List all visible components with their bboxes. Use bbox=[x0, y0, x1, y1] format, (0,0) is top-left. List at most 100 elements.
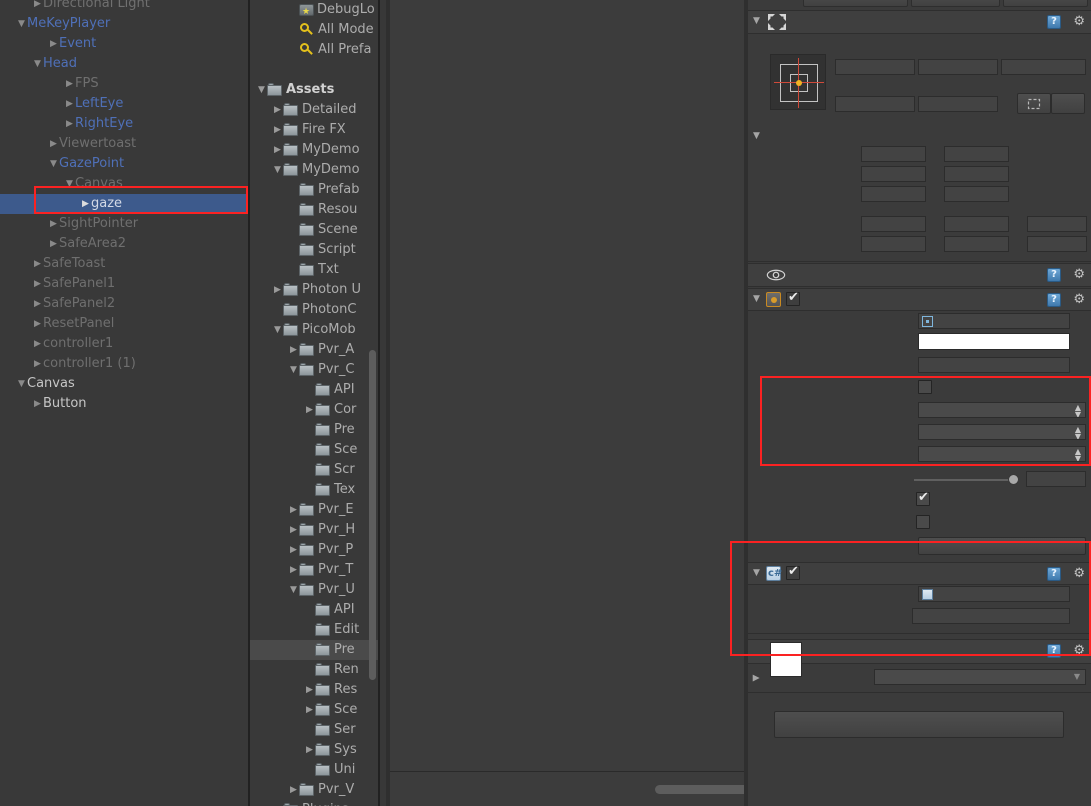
rotation-x-input[interactable] bbox=[861, 216, 926, 232]
hierarchy-item-lefteye[interactable]: ▶ LeftEye bbox=[0, 94, 248, 114]
rotation-y-input[interactable] bbox=[944, 216, 1009, 232]
project-scrollbar-thumb[interactable] bbox=[369, 350, 376, 680]
project-item-tex[interactable]: ▶ Tex bbox=[250, 480, 378, 500]
project-item-script[interactable]: ▶ Script bbox=[250, 240, 378, 260]
project-item-pvr-u[interactable]: ▼ Pvr_U bbox=[250, 580, 378, 600]
hierarchy-item-gaze[interactable]: ▶ gaze bbox=[0, 194, 248, 214]
shader-dropdown[interactable]: ▼ bbox=[874, 669, 1086, 685]
project-item-photon-u[interactable]: ▶ Photon U bbox=[250, 280, 378, 300]
project-item-uni[interactable]: ▶ Uni bbox=[250, 760, 378, 780]
fill-amount-input[interactable] bbox=[1026, 471, 1086, 487]
chevron-right-icon[interactable]: ▶ bbox=[304, 700, 315, 720]
project-item-txt[interactable]: ▶ Txt bbox=[250, 260, 378, 280]
prefab-select-button[interactable] bbox=[803, 0, 908, 7]
project-item-sce[interactable]: ▶ Sce bbox=[250, 700, 378, 720]
script-objectfield[interactable] bbox=[918, 586, 1070, 602]
rect-transform-header[interactable]: ▼ ? ⚙ bbox=[748, 10, 1091, 34]
project-item-api[interactable]: ▶ API bbox=[250, 380, 378, 400]
chevron-right-icon[interactable]: ▶ bbox=[32, 274, 43, 294]
chevron-right-icon[interactable]: ▶ bbox=[304, 680, 315, 700]
pos-z-input[interactable] bbox=[1001, 59, 1086, 75]
preserve-aspect-checkbox[interactable] bbox=[916, 515, 930, 529]
project-item-pvr-h[interactable]: ▶ Pvr_H bbox=[250, 520, 378, 540]
hierarchy-item-viewertoast[interactable]: ▶ Viewertoast bbox=[0, 134, 248, 154]
gaze-fuse-foldout-icon[interactable]: ▼ bbox=[753, 568, 760, 578]
fill-method-dropdown[interactable]: ▲ ▼ bbox=[918, 424, 1086, 440]
chevron-right-icon[interactable]: ▶ bbox=[304, 400, 315, 420]
width-input[interactable] bbox=[835, 96, 915, 112]
prefab-apply-button[interactable] bbox=[1003, 0, 1088, 7]
hierarchy2-horizontal-scrollbar[interactable] bbox=[390, 773, 746, 806]
fill-amount-slider-knob[interactable] bbox=[1008, 474, 1019, 485]
project-item-edit[interactable]: ▶ Edit bbox=[250, 620, 378, 640]
chevron-right-icon[interactable]: ▶ bbox=[272, 140, 283, 160]
project-item-ren[interactable]: ▶ Ren bbox=[250, 660, 378, 680]
project-item-pvr-t[interactable]: ▶ Pvr_T bbox=[250, 560, 378, 580]
hierarchy-item-directional-light[interactable]: ▶ Directional Light bbox=[0, 0, 248, 14]
chevron-down-icon[interactable]: ▼ bbox=[16, 374, 27, 394]
project-item-pvr-e[interactable]: ▶ Pvr_E bbox=[250, 500, 378, 520]
project-item-cor[interactable]: ▶ Cor bbox=[250, 400, 378, 420]
gear-icon[interactable]: ⚙ bbox=[1073, 293, 1085, 307]
hierarchy-item-righteye[interactable]: ▶ RightEye bbox=[0, 114, 248, 134]
gear-icon[interactable]: ⚙ bbox=[1073, 15, 1085, 29]
anchors-foldout-icon[interactable]: ▼ bbox=[753, 131, 760, 141]
hierarchy-item-safepanel1[interactable]: ▶ SafePanel1 bbox=[0, 274, 248, 294]
hierarchy-item-controller1[interactable]: ▶ controller1 bbox=[0, 334, 248, 354]
panel-divider-project[interactable] bbox=[378, 0, 380, 806]
pos-x-input[interactable] bbox=[835, 59, 915, 75]
gaze-game-object-field[interactable] bbox=[912, 608, 1070, 624]
project-item-api[interactable]: ▶ API bbox=[250, 600, 378, 620]
image-script-header[interactable]: ▼ ? ⚙ bbox=[748, 288, 1091, 311]
help-icon[interactable]: ? bbox=[1047, 268, 1061, 282]
hierarchy-item-event[interactable]: ▶ Event bbox=[0, 34, 248, 54]
project-item-all-mode[interactable]: ▶ All Mode bbox=[250, 20, 378, 40]
anchor-min-y-input[interactable] bbox=[944, 146, 1009, 162]
anchor-preset-widget[interactable] bbox=[770, 54, 826, 110]
hierarchy-item-head[interactable]: ▼ Head bbox=[0, 54, 248, 74]
gear-icon[interactable]: ⚙ bbox=[1073, 567, 1085, 581]
project-item-ser[interactable]: ▶ Ser bbox=[250, 720, 378, 740]
anchor-max-y-input[interactable] bbox=[944, 166, 1009, 182]
chevron-right-icon[interactable]: ▶ bbox=[288, 340, 299, 360]
material-foldout-icon[interactable]: ▼ bbox=[751, 675, 761, 682]
gaze-fuse-enabled-checkbox[interactable] bbox=[786, 564, 800, 580]
pivot-y-input[interactable] bbox=[944, 186, 1009, 202]
chevron-right-icon[interactable]: ▶ bbox=[272, 120, 283, 140]
scale-x-input[interactable] bbox=[861, 236, 926, 252]
project-item-mydemo[interactable]: ▼ MyDemo bbox=[250, 160, 378, 180]
chevron-right-icon[interactable]: ▶ bbox=[32, 254, 43, 274]
project-item-debuglo[interactable]: ▶ DebugLo bbox=[250, 0, 378, 22]
chevron-down-icon[interactable]: ▼ bbox=[272, 320, 283, 340]
raw-edit-button[interactable] bbox=[1051, 93, 1085, 114]
chevron-right-icon[interactable]: ▶ bbox=[288, 560, 299, 580]
gaze-fuse-header[interactable]: ▼ c# ? ⚙ bbox=[748, 562, 1091, 585]
fill-origin-dropdown[interactable]: ▲ ▼ bbox=[918, 446, 1086, 462]
chevron-down-icon[interactable]: ▼ bbox=[288, 360, 299, 380]
help-icon[interactable]: ? bbox=[1047, 15, 1061, 29]
chevron-right-icon[interactable]: ▶ bbox=[272, 800, 283, 806]
project-item-pvr-p[interactable]: ▶ Pvr_P bbox=[250, 540, 378, 560]
anchor-min-x-input[interactable] bbox=[861, 146, 926, 162]
color-swatch[interactable] bbox=[918, 333, 1070, 350]
rect-transform-foldout-icon[interactable]: ▼ bbox=[753, 16, 760, 26]
chevron-right-icon[interactable]: ▶ bbox=[48, 134, 59, 154]
hierarchy-item-controller1-1[interactable]: ▶ controller1 (1) bbox=[0, 354, 248, 374]
project-item-pre[interactable]: ▶ Pre bbox=[250, 640, 378, 660]
project-item-pre[interactable]: ▶ Pre bbox=[250, 420, 378, 440]
image-type-dropdown[interactable]: ▲ ▼ bbox=[918, 402, 1086, 418]
project-item-prefab[interactable]: ▶ Prefab bbox=[250, 180, 378, 200]
project-item-sce[interactable]: ▶ Sce bbox=[250, 440, 378, 460]
clockwise-checkbox[interactable] bbox=[916, 490, 930, 506]
help-icon[interactable]: ? bbox=[1047, 644, 1061, 658]
project-item-pvr-a[interactable]: ▶ Pvr_A bbox=[250, 340, 378, 360]
chevron-right-icon[interactable]: ▶ bbox=[288, 500, 299, 520]
scale-y-input[interactable] bbox=[944, 236, 1009, 252]
hierarchy-item-canvas[interactable]: ▼ Canvas bbox=[0, 174, 248, 194]
project-item-scene[interactable]: ▶ Scene bbox=[250, 220, 378, 240]
gear-icon[interactable]: ⚙ bbox=[1073, 644, 1085, 658]
canvas-renderer-header[interactable]: ? ⚙ bbox=[748, 263, 1091, 287]
fill-amount-slider-track[interactable] bbox=[914, 479, 1019, 481]
hierarchy-item-gazepoint[interactable]: ▼ GazePoint bbox=[0, 154, 248, 174]
pos-y-input[interactable] bbox=[918, 59, 998, 75]
